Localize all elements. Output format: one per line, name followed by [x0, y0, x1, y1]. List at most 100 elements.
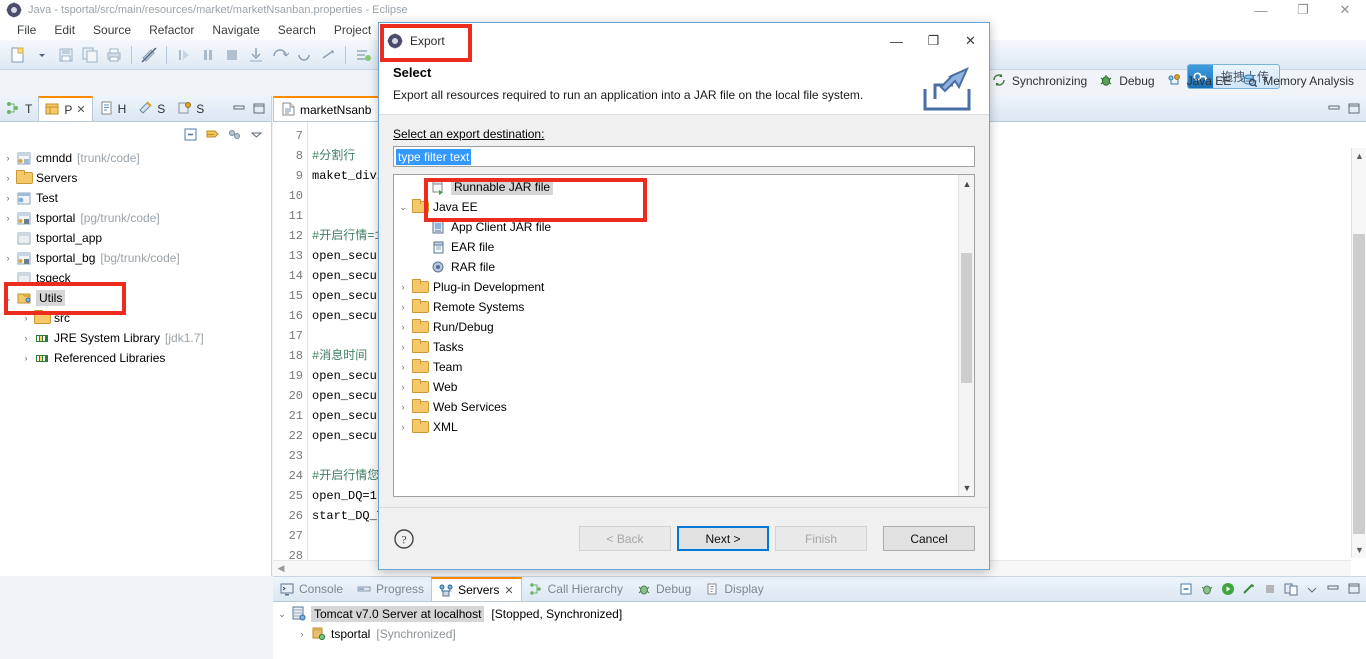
menu-navigate[interactable]: Navigate: [203, 21, 268, 39]
tab-debug[interactable]: Debug: [630, 577, 698, 601]
menu-search[interactable]: Search: [269, 21, 325, 39]
expand-arrow-icon[interactable]: ›: [0, 193, 16, 203]
tree-item-tsportal-bg[interactable]: › tsportal_bg [bg/trunk/code]: [0, 248, 271, 268]
help-icon[interactable]: ?: [393, 528, 415, 550]
expand-arrow-icon[interactable]: ›: [394, 302, 412, 312]
menu-file[interactable]: File: [8, 21, 45, 39]
tab-snippets[interactable]: S: [171, 96, 210, 121]
tree-item-test[interactable]: › Test: [0, 188, 271, 208]
menu-source[interactable]: Source: [84, 21, 140, 39]
tree-item-tsportal[interactable]: › tsportal [pg/trunk/code]: [0, 208, 271, 228]
tab-console[interactable]: Console: [273, 577, 350, 601]
editor-tab-marketnsanban[interactable]: marketNsanb: [273, 96, 381, 121]
export-tree-item-xml[interactable]: › XML: [394, 417, 974, 437]
export-tree-item-team[interactable]: › Team: [394, 357, 974, 377]
server-module-tsportal[interactable]: › tsportal [Synchronized]: [273, 624, 1366, 644]
tab-type-hierarchy[interactable]: T: [0, 96, 38, 121]
maximize-editor-icon[interactable]: [1344, 99, 1364, 119]
tab-call-hierarchy[interactable]: Call Hierarchy: [522, 577, 630, 601]
menu-project[interactable]: Project: [325, 21, 380, 39]
filter-input[interactable]: type filter text: [393, 146, 975, 167]
server-row-tomcat[interactable]: ⌄ Tomcat v7.0 Server at localhost [Stopp…: [273, 604, 1366, 624]
export-tree-item-runnable-jar-file[interactable]: Runnable JAR file: [394, 177, 974, 197]
expand-arrow-icon[interactable]: ›: [394, 382, 412, 392]
export-tree-item-app-client-jar-file[interactable]: App Client JAR file: [394, 217, 974, 237]
print-icon[interactable]: [103, 44, 125, 66]
perspective-java-ee[interactable]: Java EE: [1167, 73, 1231, 89]
scroll-up-icon[interactable]: ▲: [1352, 148, 1366, 164]
editor-vertical-scrollbar[interactable]: ▲ ▼: [1351, 148, 1366, 558]
expand-arrow-icon[interactable]: ›: [0, 173, 16, 183]
export-tree-item-rar-file[interactable]: RAR file: [394, 257, 974, 277]
tree-item-utils[interactable]: ⌄ Utils: [0, 288, 271, 308]
tree-item-src[interactable]: › src: [0, 308, 271, 328]
back-button[interactable]: < Back: [579, 526, 671, 551]
menu-edit[interactable]: Edit: [45, 21, 84, 39]
scroll-up-icon[interactable]: ▲: [959, 175, 974, 192]
collapse-all-icon[interactable]: [179, 124, 201, 144]
view-menu-icon[interactable]: [1301, 579, 1322, 599]
close-icon[interactable]: ✕: [76, 103, 85, 116]
expand-arrow-icon[interactable]: ›: [394, 342, 412, 352]
link-with-editor-icon[interactable]: [201, 124, 223, 144]
view-menu-icon[interactable]: [245, 124, 267, 144]
export-tree-item-run-debug[interactable]: › Run/Debug: [394, 317, 974, 337]
tab-display[interactable]: Display: [698, 577, 770, 601]
run-last-tool-icon[interactable]: [352, 44, 374, 66]
export-tree-scrollbar[interactable]: ▲ ▼: [958, 175, 974, 496]
stop-server-icon[interactable]: [1259, 579, 1280, 599]
minimize-view-icon[interactable]: [1322, 579, 1343, 599]
dialog-close-button[interactable]: ✕: [952, 23, 989, 59]
tab-synchronize[interactable]: S: [132, 96, 171, 121]
expand-arrow-icon[interactable]: ›: [394, 422, 412, 432]
expand-arrow-icon[interactable]: ›: [293, 629, 311, 639]
expand-arrow-icon[interactable]: ›: [18, 353, 34, 363]
perspective-synchronizing[interactable]: Synchronizing: [992, 73, 1087, 89]
tab-progress[interactable]: Progress: [350, 577, 431, 601]
scroll-down-icon[interactable]: ▼: [959, 479, 974, 496]
toggle-mark-occurrences-icon[interactable]: [138, 44, 160, 66]
tree-item-tsgeck[interactable]: tsgeck: [0, 268, 271, 288]
export-tree-item-ear-file[interactable]: EAR file: [394, 237, 974, 257]
publish-icon[interactable]: [1280, 579, 1301, 599]
expand-arrow-icon[interactable]: ›: [0, 253, 16, 263]
finish-button[interactable]: Finish: [775, 526, 867, 551]
dialog-minimize-button[interactable]: —: [878, 23, 915, 59]
export-tree-item-web-services[interactable]: › Web Services: [394, 397, 974, 417]
profile-server-icon[interactable]: [1238, 579, 1259, 599]
collapse-arrow-icon[interactable]: ⌄: [273, 609, 291, 620]
close-button[interactable]: ✕: [1324, 0, 1366, 20]
next-button[interactable]: Next >: [677, 526, 769, 551]
scroll-thumb[interactable]: [1353, 234, 1365, 534]
debug-server-icon[interactable]: [1196, 579, 1217, 599]
export-tree-item-web[interactable]: › Web: [394, 377, 974, 397]
export-tree-item-java-ee[interactable]: ⌄ Java EE: [394, 197, 974, 217]
maximize-view-icon[interactable]: [249, 99, 269, 119]
suspend-icon[interactable]: [197, 44, 219, 66]
drop-to-frame-icon[interactable]: [317, 44, 339, 66]
expand-arrow-icon[interactable]: ›: [394, 282, 412, 292]
step-into-icon[interactable]: [245, 44, 267, 66]
collapse-arrow-icon[interactable]: ⌄: [394, 202, 412, 213]
scroll-left-icon[interactable]: ◀: [273, 563, 289, 574]
expand-arrow-icon[interactable]: ›: [18, 333, 34, 343]
expand-arrow-icon[interactable]: ›: [394, 322, 412, 332]
menu-refactor[interactable]: Refactor: [140, 21, 203, 39]
new-wizard-icon[interactable]: [7, 44, 29, 66]
expand-arrow-icon[interactable]: ›: [394, 402, 412, 412]
perspective-memory-analysis[interactable]: Memory Analysis: [1243, 73, 1354, 89]
save-all-icon[interactable]: [79, 44, 101, 66]
maximize-button[interactable]: ❐: [1282, 0, 1324, 20]
scroll-down-icon[interactable]: ▼: [1352, 542, 1366, 558]
minimize-editor-icon[interactable]: [1324, 99, 1344, 119]
tree-item-referenced-libraries[interactable]: › Referenced Libraries: [0, 348, 271, 368]
tree-item-tsportal-app[interactable]: tsportal_app: [0, 228, 271, 248]
export-tree-item-remote-systems[interactable]: › Remote Systems: [394, 297, 974, 317]
scroll-thumb[interactable]: [961, 253, 972, 383]
export-tree-item-plug-in-development[interactable]: › Plug-in Development: [394, 277, 974, 297]
dialog-maximize-button[interactable]: ❐: [915, 23, 952, 59]
collapse-arrow-icon[interactable]: ⌄: [0, 293, 16, 304]
new-wizard-dropdown-icon[interactable]: [31, 44, 53, 66]
expand-arrow-icon[interactable]: ›: [0, 153, 16, 163]
tree-item-cmndd[interactable]: › cmndd [trunk/code]: [0, 148, 271, 168]
